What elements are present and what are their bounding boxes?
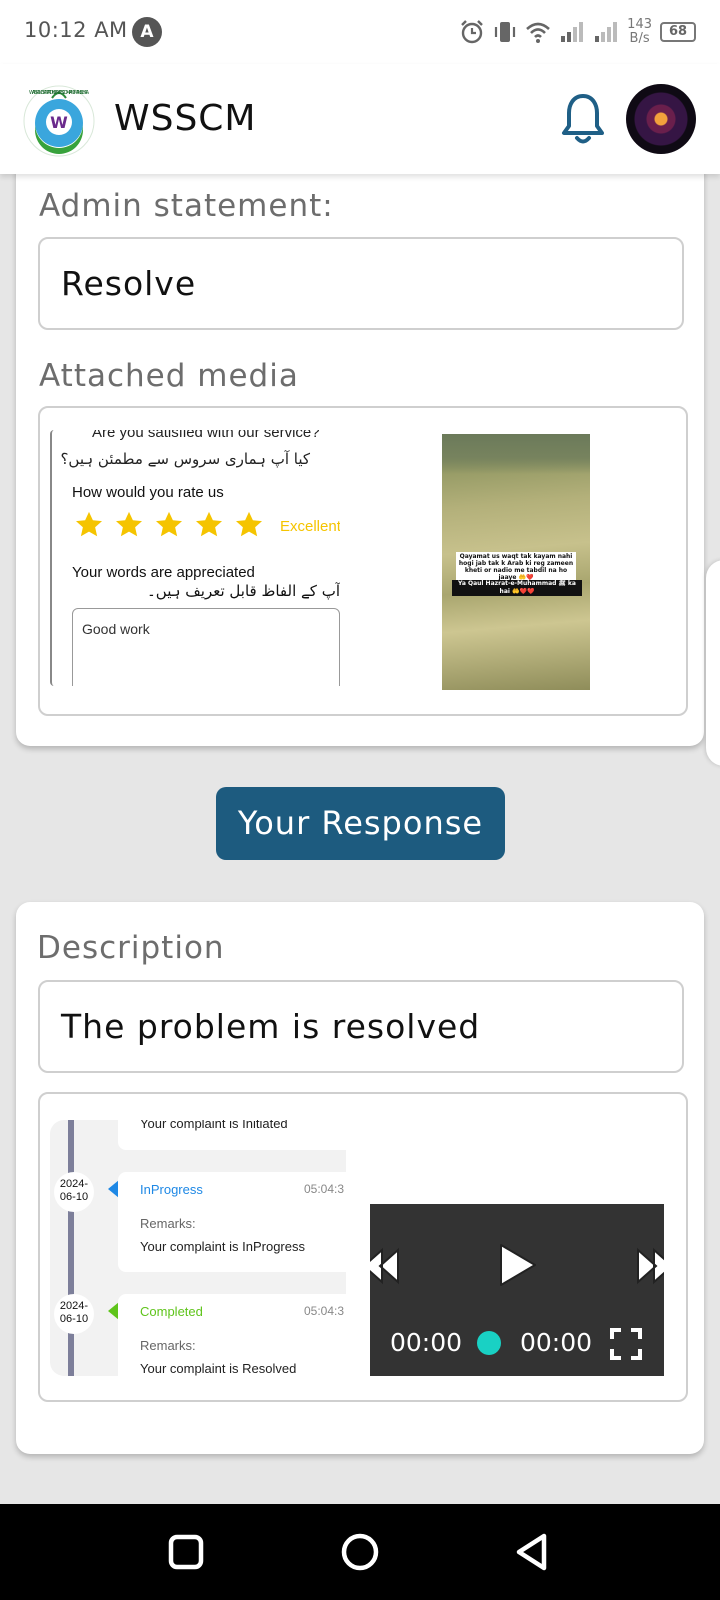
words-prompt-urdu: آپ کے الفاظ قابل تعریف ہیں۔ xyxy=(146,582,340,600)
rating-text: Excellent xyxy=(280,518,340,535)
star-icon xyxy=(236,511,262,537)
timeline-remarks-label: Remarks: xyxy=(140,1216,196,1231)
timeline-item-initiated: Your complaint is Initiated xyxy=(118,1120,346,1150)
fullscreen-icon[interactable] xyxy=(610,1328,642,1360)
video-thumbnail[interactable]: Qayamat us waqt tak kayam nahi hogi jab … xyxy=(442,434,590,690)
logo-ring-text: WATER AND SANITATION SERVICES COMPANY MA… xyxy=(29,90,90,96)
nav-back-icon[interactable] xyxy=(514,1532,550,1572)
signal-1-icon xyxy=(561,22,584,42)
signal-2-icon xyxy=(595,22,618,42)
video-player[interactable]: 00:00 00:00 xyxy=(370,1204,664,1376)
nav-home-icon[interactable] xyxy=(340,1532,380,1572)
your-response-button[interactable]: Your Response xyxy=(216,787,505,860)
words-prompt: Your words are appreciated xyxy=(72,564,255,581)
status-time: 10:12 AM xyxy=(24,18,128,42)
status-timeline: Your complaint is Initiated 2024-06-10 I… xyxy=(50,1120,346,1376)
complaint-card: Admin statement: Resolve Attached media … xyxy=(16,150,704,746)
play-icon[interactable] xyxy=(498,1242,538,1288)
response-media-box: Your complaint is Initiated 2024-06-10 I… xyxy=(38,1092,688,1402)
player-duration: 00:00 xyxy=(520,1328,593,1357)
video-caption-2: Ya Qaul Hazrat-e-Muhammad ﷺ ka hai 🤲❤️❤️ xyxy=(452,580,582,596)
status-bar: 10:12 AM A 143 B/s 68 xyxy=(0,0,720,64)
status-icons: 143 B/s 68 xyxy=(459,14,696,50)
notification-icon: A xyxy=(132,17,162,47)
star-icon xyxy=(76,511,102,537)
video-caption-1: Qayamat us waqt tak kayam nahi hogi jab … xyxy=(456,552,576,582)
timeline-status: InProgress xyxy=(140,1182,203,1197)
avatar[interactable] xyxy=(626,84,696,154)
player-current-time: 00:00 xyxy=(390,1328,463,1357)
star-rating xyxy=(74,510,264,540)
timeline-message: Your complaint is InProgress xyxy=(140,1239,305,1254)
feedback-text: Good work xyxy=(82,621,150,637)
feedback-box: Good work xyxy=(72,608,340,686)
net-speed: 143 B/s xyxy=(627,17,652,46)
timeline-message: Your complaint is Resolved xyxy=(140,1361,297,1376)
timeline-time: 05:04:3 xyxy=(304,1182,345,1196)
timeline-message: Your complaint is Initiated xyxy=(140,1120,288,1131)
system-nav-bar xyxy=(0,1504,720,1600)
timeline-date: 2024-06-10 xyxy=(54,1172,94,1212)
timeline-time: 05:04:3 xyxy=(304,1304,345,1318)
bell-icon[interactable] xyxy=(560,92,606,146)
timeline-remarks-label: Remarks: xyxy=(140,1338,196,1353)
vibrate-icon xyxy=(495,22,516,42)
alarm-icon xyxy=(461,20,484,44)
rating-question: Are you satisfied with our service? xyxy=(92,430,320,441)
skip-back-icon[interactable] xyxy=(370,1246,404,1286)
skip-forward-icon[interactable] xyxy=(632,1246,664,1286)
rating-question-urdu: کیا آپ ہماری سروس سے مطمئن ہیں؟ xyxy=(60,450,310,468)
battery-icon: 68 xyxy=(660,22,696,42)
attached-media-label: Attached media xyxy=(39,358,299,394)
timeline-status: Completed xyxy=(140,1304,203,1319)
admin-statement-label: Admin statement: xyxy=(39,188,334,224)
company-logo: W WATER AND SANITATION SERVICES COMPANY … xyxy=(23,85,95,157)
star-icon xyxy=(156,511,182,537)
star-icon xyxy=(196,511,222,537)
attached-media-box: Are you satisfied with our service? کیا … xyxy=(38,406,688,716)
timeline-date: 2024-06-10 xyxy=(54,1294,94,1334)
player-progress-thumb[interactable] xyxy=(477,1331,501,1355)
app-header: W WATER AND SANITATION SERVICES COMPANY … xyxy=(0,64,720,174)
rating-screenshot[interactable]: Are you satisfied with our service? کیا … xyxy=(50,430,340,686)
rate-prompt: How would you rate us xyxy=(72,484,224,501)
response-card: Description The problem is resolved Your… xyxy=(16,902,704,1454)
timeline-item-inprogress: InProgress 05:04:3 Remarks: Your complai… xyxy=(118,1172,346,1272)
svg-text:W: W xyxy=(50,113,68,132)
description-label: Description xyxy=(37,930,225,966)
edge-panel-handle[interactable] xyxy=(706,560,720,766)
timeline-item-completed: Completed 05:04:3 Remarks: Your complain… xyxy=(118,1294,346,1376)
thumbnail-background xyxy=(442,434,590,474)
nav-recents-icon[interactable] xyxy=(168,1532,204,1572)
wifi-icon xyxy=(526,22,551,43)
timeline-line xyxy=(68,1120,74,1376)
app-title: WSSCM xyxy=(114,98,257,139)
admin-statement-field: Resolve xyxy=(38,237,684,330)
description-field: The problem is resolved xyxy=(38,980,684,1073)
star-icon xyxy=(116,511,142,537)
